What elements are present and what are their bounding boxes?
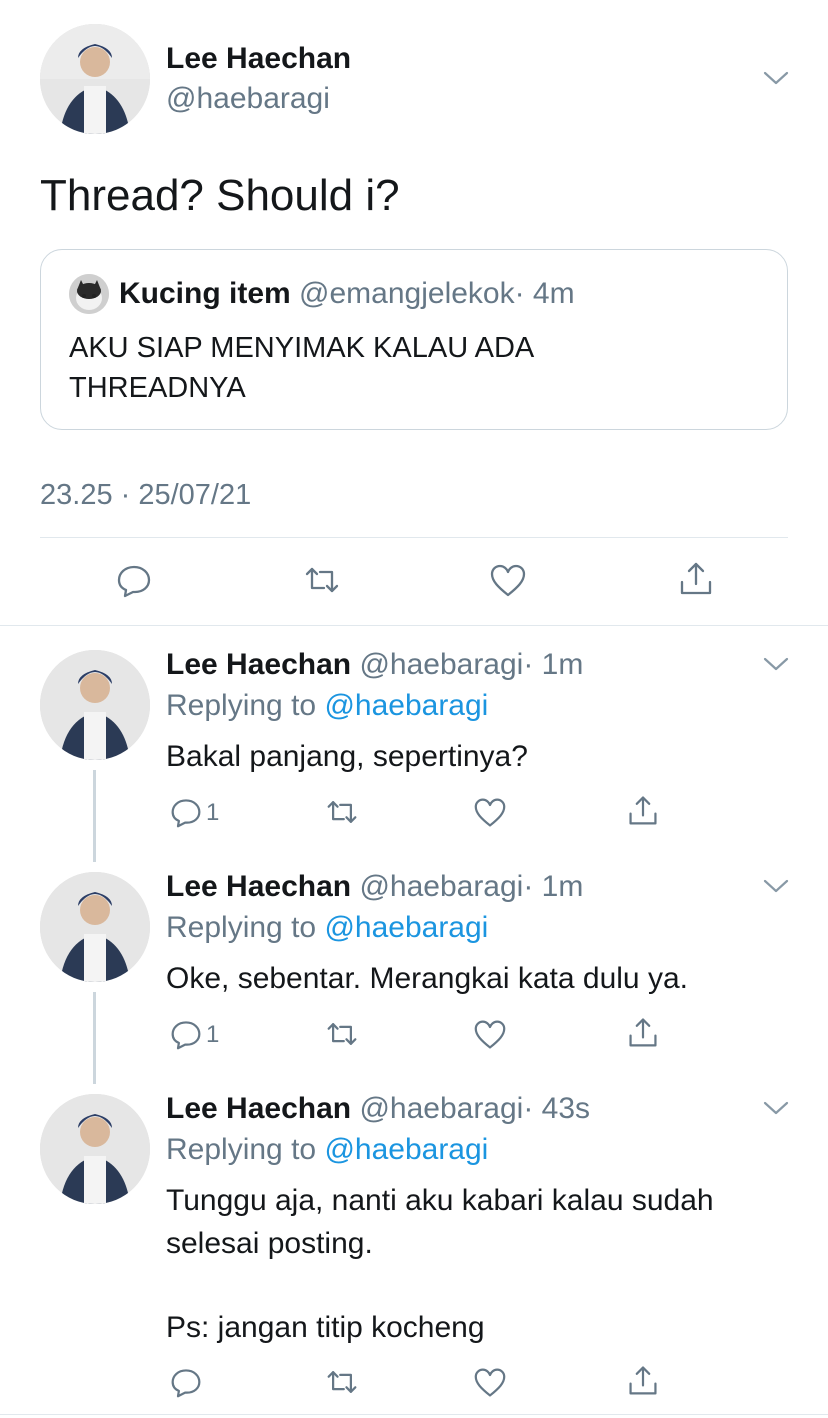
reply-author-handle[interactable]: @haebaragi [359,1092,523,1125]
quoted-text-line1: AKU SIAP MENYIMAK KALAU ADA [69,332,535,364]
like-icon[interactable] [474,1367,506,1399]
thread-connector [93,770,96,862]
reply-text-line1: Tunggu aja, nanti aku kabari kalau sudah [166,1184,714,1217]
author-handle[interactable]: @haebaragi [166,82,330,116]
replying-to-link[interactable]: @haebaragi [324,911,488,944]
reply-text-line2: selesai posting. [166,1227,373,1260]
divider [0,625,828,626]
tweet-timestamp[interactable]: 23.25 · 25/07/21 [40,478,251,512]
retweet-icon[interactable] [304,562,340,598]
quoted-author-name: Kucing item [119,277,291,310]
quoted-author-handle: @emangjelekok [299,277,515,310]
quoted-time: · 4m [514,277,575,310]
chevron-down-icon[interactable] [762,876,790,896]
retweet-icon[interactable] [326,796,358,828]
reply-author-name[interactable]: Lee Haechan [166,648,351,681]
author-avatar[interactable] [40,24,150,134]
avatar-photo [40,24,150,134]
chevron-down-icon[interactable] [762,654,790,674]
reply-text-line3: Ps: jangan titip kocheng [166,1311,485,1344]
reply-time[interactable]: · 43s [523,1092,590,1125]
reply-avatar[interactable] [40,650,150,760]
reply-avatar[interactable] [40,872,150,982]
retweet-icon[interactable] [326,1366,358,1398]
reply-icon[interactable] [170,796,202,828]
tweet-text: Thread? Should i? [40,171,400,220]
chevron-down-icon[interactable] [762,1098,790,1118]
like-icon[interactable] [474,797,506,829]
reply-author-handle[interactable]: @haebaragi [359,870,523,903]
quoted-tweet-card[interactable]: Kucing item @emangjelekok· 4m AKU SIAP M… [40,249,788,430]
quoted-avatar [69,274,109,314]
replying-to-label: Replying to [166,911,317,944]
reply-text: Oke, sebentar. Merangkai kata dulu ya. [166,962,688,995]
reply-author-name[interactable]: Lee Haechan [166,1092,351,1125]
replying-to-link[interactable]: @haebaragi [324,1133,488,1166]
replying-to-label: Replying to [166,1133,317,1166]
share-icon[interactable] [678,560,714,596]
reply-text: Bakal panjang, sepertinya? [166,740,528,773]
thread-connector [93,992,96,1084]
share-icon[interactable] [627,794,659,826]
like-icon[interactable] [490,563,526,599]
retweet-icon[interactable] [326,1018,358,1050]
reply-count: 1 [206,799,220,826]
reply-author-handle[interactable]: @haebaragi [359,648,523,681]
reply-time[interactable]: · 1m [523,870,583,903]
reply-time[interactable]: · 1m [523,648,583,681]
share-icon[interactable] [627,1016,659,1048]
reply-author-name[interactable]: Lee Haechan [166,870,351,903]
divider [0,1414,828,1415]
reply-count: 1 [206,1021,220,1048]
reply-avatar[interactable] [40,1094,150,1204]
chevron-down-icon[interactable] [762,68,790,88]
reply-icon[interactable] [170,1018,202,1050]
author-name[interactable]: Lee Haechan [166,42,351,76]
reply-icon[interactable] [116,562,152,598]
quoted-text-line2: THREADNYA [69,372,246,404]
replying-to-link[interactable]: @haebaragi [324,689,488,722]
divider [40,537,788,538]
replying-to-label: Replying to [166,689,317,722]
reply-icon[interactable] [170,1366,202,1398]
like-icon[interactable] [474,1019,506,1051]
share-icon[interactable] [627,1364,659,1396]
